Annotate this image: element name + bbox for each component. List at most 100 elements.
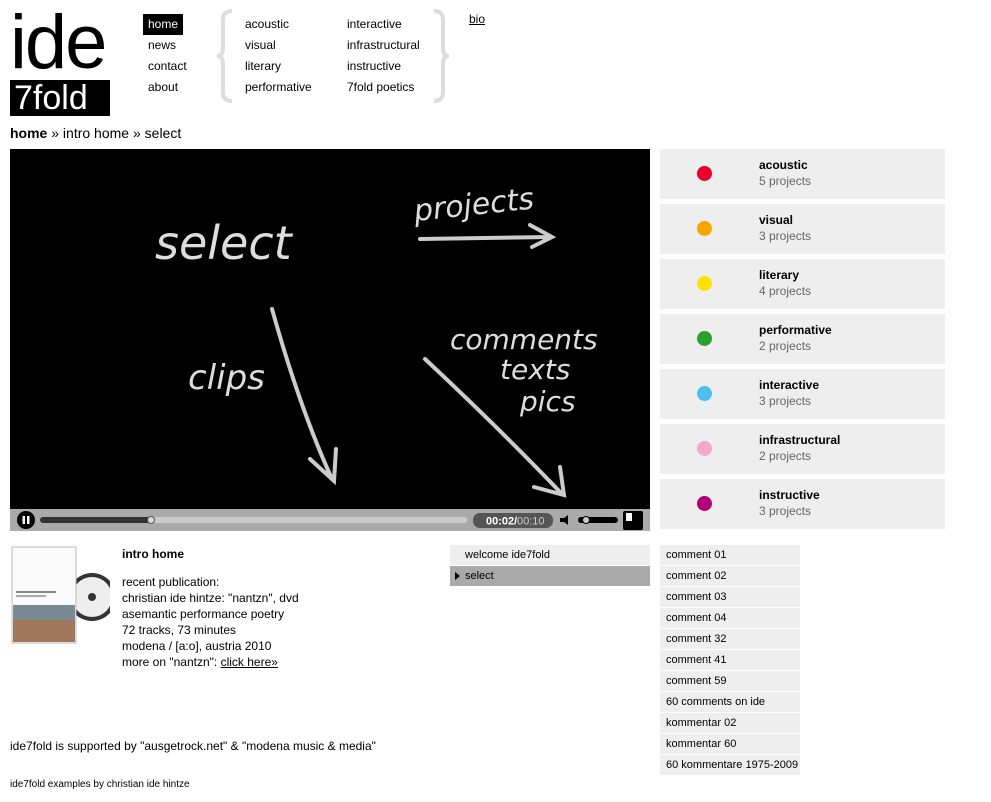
category-count: 3 projects <box>759 394 812 408</box>
comment-link[interactable]: 60 kommentare 1975-2009 <box>660 755 800 775</box>
comment-link[interactable]: comment 01 <box>660 545 800 565</box>
video-text-texts: texts <box>500 353 570 386</box>
video-text-comments: comments <box>450 323 598 356</box>
category-color-dot <box>697 496 712 511</box>
category-name: visual <box>759 213 794 227</box>
comment-link[interactable]: comment 32 <box>660 629 800 649</box>
playlist-item-welcome[interactable]: welcome ide7fold <box>450 545 650 565</box>
breadcrumb-separator: » <box>132 125 141 141</box>
seek-progress <box>40 517 152 523</box>
breadcrumb-current: select <box>144 125 182 141</box>
comment-link[interactable]: kommentar 60 <box>660 734 800 754</box>
nav-contact[interactable]: contact <box>143 56 192 77</box>
dvd-cover-image[interactable] <box>10 545 116 645</box>
category-instructive[interactable]: instructive 3 projects <box>660 479 945 529</box>
category-literary[interactable]: literary 4 projects <box>660 259 945 309</box>
category-name: literary <box>759 268 800 282</box>
nav-literary[interactable]: literary <box>240 56 317 77</box>
bio-link[interactable]: bio <box>469 12 485 26</box>
category-name: interactive <box>759 378 820 392</box>
fullscreen-button[interactable] <box>623 511 643 530</box>
category-name: infrastructural <box>759 433 841 447</box>
video-text-select: select <box>155 216 294 270</box>
category-color-dot <box>697 441 712 456</box>
logo-7fold: 7fold <box>10 80 110 116</box>
playlist-item-select[interactable]: select <box>450 566 650 586</box>
category-color-dot <box>697 276 712 291</box>
left-brace <box>214 8 236 109</box>
category-nav-col2: interactive infrastructural instructive … <box>342 14 425 98</box>
category-color-dot <box>697 166 712 181</box>
category-count: 2 projects <box>759 449 812 463</box>
category-color-dot <box>697 331 712 346</box>
supported-by-text: ide7fold is supported by "ausgetrock.net… <box>10 739 376 753</box>
seek-handle[interactable] <box>147 516 156 524</box>
category-acoustic[interactable]: acoustic 5 projects <box>660 149 945 199</box>
nav-home[interactable]: home <box>143 14 184 35</box>
nav-instructive[interactable]: instructive <box>342 56 425 77</box>
category-performative[interactable]: performative 2 projects <box>660 314 945 364</box>
category-name: instructive <box>759 488 820 502</box>
comment-link[interactable]: 60 comments on ide <box>660 692 800 712</box>
info-line: 72 tracks, 73 minutes <box>122 623 237 637</box>
video-frame: select projects clips comments texts pic… <box>155 182 598 498</box>
info-line: asemantic performance poetry <box>122 607 285 621</box>
nav-visual[interactable]: visual <box>240 35 317 56</box>
category-name: performative <box>759 323 832 337</box>
video-controls: 00:02/ 00:10 <box>10 509 650 531</box>
info-more-label: more on "nantzn": <box>122 655 221 669</box>
main-nav: home news contact about <box>143 14 192 98</box>
video-player[interactable]: select projects clips comments texts pic… <box>10 149 650 509</box>
logo-ide: ide <box>10 0 107 85</box>
time-current: 00:02/ <box>486 516 517 528</box>
category-nav-col1: acoustic visual literary performative <box>240 14 317 98</box>
footer-text: ide7fold examples by christian ide hintz… <box>10 779 190 790</box>
info-line: modena / [a:o], austria 2010 <box>122 639 272 653</box>
nav-performative[interactable]: performative <box>240 77 317 98</box>
nav-interactive[interactable]: interactive <box>342 14 425 35</box>
comment-link[interactable]: comment 03 <box>660 587 800 607</box>
category-color-dot <box>697 386 712 401</box>
nav-acoustic[interactable]: acoustic <box>240 14 317 35</box>
playlist-item-label: select <box>465 570 494 582</box>
category-color-dot <box>697 221 712 236</box>
nav-infrastructural[interactable]: infrastructural <box>342 35 425 56</box>
info-title: intro home <box>122 547 184 561</box>
category-count: 2 projects <box>759 339 812 353</box>
playlist-item-label: welcome ide7fold <box>465 549 550 561</box>
breadcrumb-intro-home[interactable]: intro home <box>63 125 129 141</box>
play-indicator-icon <box>455 572 460 580</box>
nav-about[interactable]: about <box>143 77 192 98</box>
comment-link[interactable]: comment 02 <box>660 566 800 586</box>
category-count: 5 projects <box>759 174 812 188</box>
category-count: 3 projects <box>759 229 812 243</box>
video-text-clips: clips <box>188 358 265 398</box>
video-text-projects: projects <box>411 182 535 230</box>
category-visual[interactable]: visual 3 projects <box>660 204 945 254</box>
comment-link[interactable]: comment 41 <box>660 650 800 670</box>
nav-7fold-poetics[interactable]: 7fold poetics <box>342 77 425 98</box>
category-count: 4 projects <box>759 284 812 298</box>
breadcrumb: home » intro home » select <box>10 125 181 141</box>
pause-button[interactable] <box>17 511 35 529</box>
volume-icon[interactable] <box>560 515 568 525</box>
category-count: 3 projects <box>759 504 812 518</box>
comment-link[interactable]: kommentar 02 <box>660 713 800 733</box>
right-brace <box>430 8 452 109</box>
category-interactive[interactable]: interactive 3 projects <box>660 369 945 419</box>
info-line: recent publication: <box>122 575 220 589</box>
logo[interactable]: ide 7fold <box>10 0 118 116</box>
category-name: acoustic <box>759 158 808 172</box>
click-here-link[interactable]: click here» <box>221 655 278 669</box>
info-line: christian ide hintze: "nantzn", dvd <box>122 591 299 605</box>
comment-link[interactable]: comment 59 <box>660 671 800 691</box>
breadcrumb-separator: » <box>51 125 60 141</box>
volume-handle[interactable] <box>582 516 590 524</box>
category-infrastructural[interactable]: infrastructural 2 projects <box>660 424 945 474</box>
breadcrumb-home[interactable]: home <box>10 125 47 141</box>
comment-link[interactable]: comment 04 <box>660 608 800 628</box>
nav-news[interactable]: news <box>143 35 192 56</box>
video-text-pics: pics <box>519 385 576 418</box>
info-panel: intro home recent publication: christian… <box>122 546 299 670</box>
time-total: 00:10 <box>517 516 545 528</box>
